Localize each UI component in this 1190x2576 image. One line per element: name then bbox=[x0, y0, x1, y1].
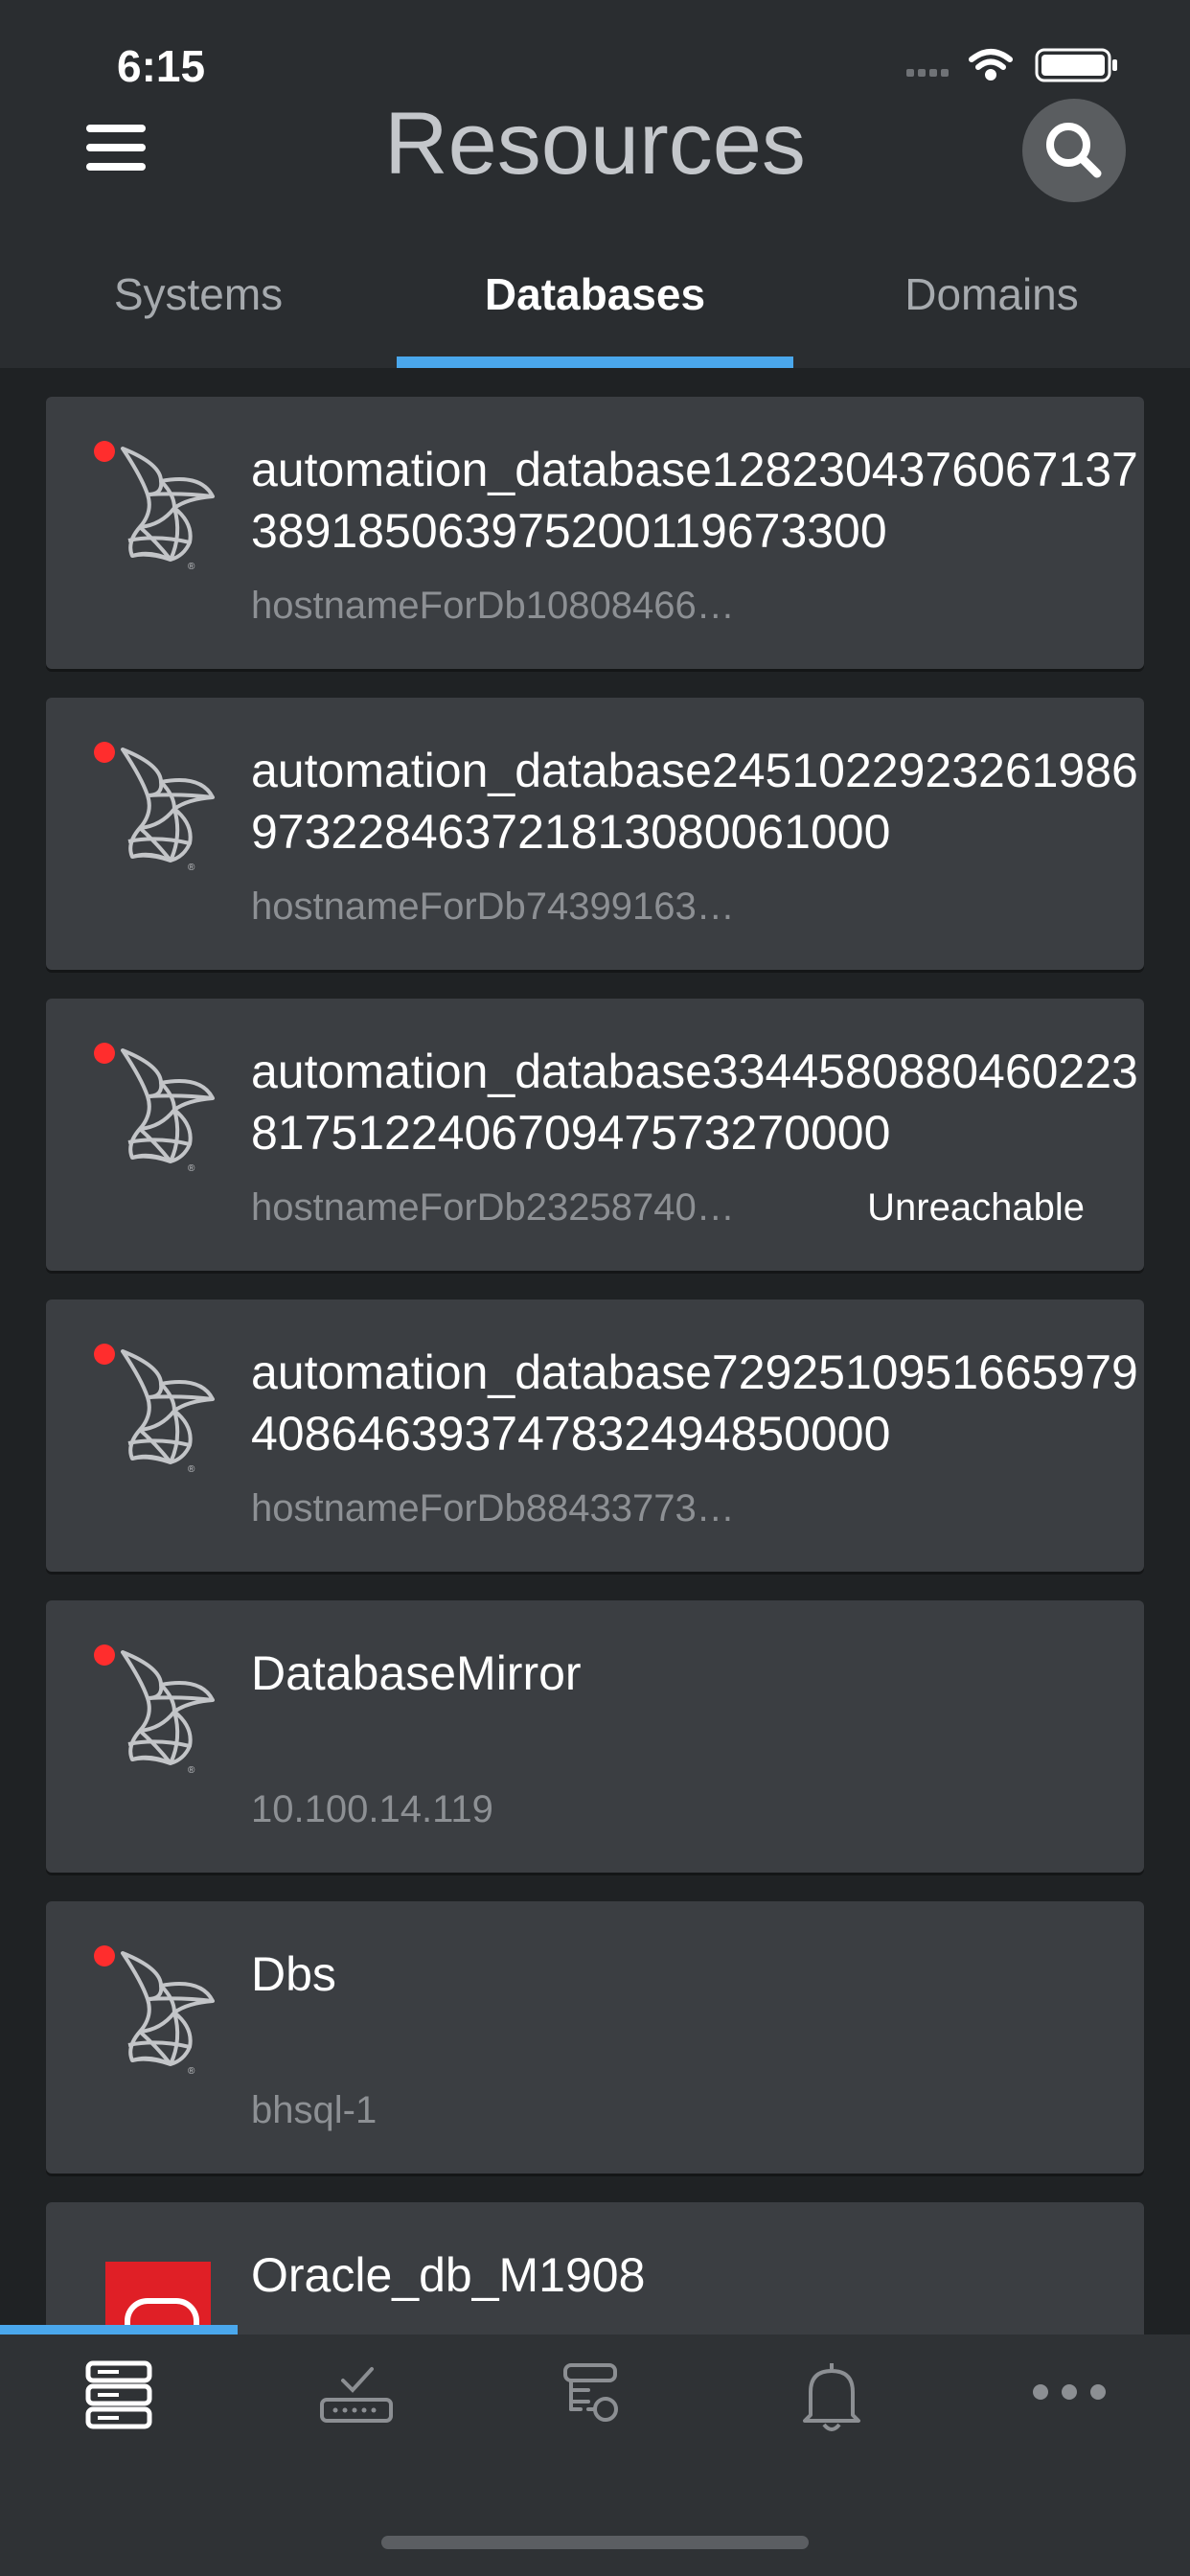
nav-resources[interactable] bbox=[73, 2358, 169, 2434]
status-icons bbox=[906, 46, 1127, 84]
oracle-icon bbox=[105, 2262, 211, 2334]
active-tab-indicator bbox=[397, 356, 793, 368]
database-card[interactable]: Dbs bhsql-1 bbox=[46, 1901, 1144, 2174]
database-name: Dbs bbox=[251, 1947, 336, 2001]
nav-more[interactable] bbox=[1021, 2358, 1117, 2434]
page-title: Resources bbox=[384, 95, 806, 193]
database-card[interactable]: DatabaseMirror 10.100.14.119 bbox=[46, 1600, 1144, 1873]
status-dot bbox=[94, 742, 115, 763]
database-name: Oracle_db_M1908 bbox=[251, 2248, 646, 2302]
database-card[interactable]: automation_database128230437606713738918… bbox=[46, 397, 1144, 669]
tab-databases[interactable]: Databases bbox=[397, 268, 793, 320]
status-dot bbox=[94, 1344, 115, 1365]
database-host: hostnameForDb10808466… bbox=[251, 585, 735, 627]
status-dot bbox=[94, 441, 115, 462]
nav-notifications[interactable] bbox=[784, 2358, 880, 2434]
more-icon bbox=[1033, 2384, 1106, 2400]
nav-credentials[interactable] bbox=[546, 2358, 642, 2434]
database-host: hostnameForDb88433773… bbox=[251, 1487, 735, 1530]
database-card[interactable]: automation_database334458088046022381751… bbox=[46, 999, 1144, 1271]
keys-icon bbox=[563, 2363, 618, 2422]
tab-bar: Systems Databases Domains bbox=[0, 257, 1190, 368]
status-dot bbox=[94, 1644, 115, 1666]
checklist-icon bbox=[320, 2367, 393, 2423]
database-name: automation_database729251095166597940864… bbox=[251, 1346, 1138, 1460]
battery-icon bbox=[1035, 48, 1117, 82]
bell-icon bbox=[803, 2363, 860, 2431]
active-nav-indicator bbox=[0, 2325, 238, 2334]
tab-systems[interactable]: Systems bbox=[0, 268, 397, 320]
signal-icon bbox=[906, 69, 949, 77]
database-card[interactable]: automation_database245102292326198697322… bbox=[46, 698, 1144, 970]
search-icon bbox=[1046, 123, 1102, 178]
status-dot bbox=[94, 1043, 115, 1064]
servers-icon bbox=[85, 2360, 152, 2429]
status-time: 6:15 bbox=[117, 41, 206, 91]
home-indicator bbox=[381, 2536, 809, 2549]
sql-server-icon bbox=[94, 1643, 266, 1786]
sql-server-icon bbox=[94, 439, 266, 583]
sql-server-icon bbox=[94, 1041, 266, 1184]
database-host: hostnameForDb23258740… bbox=[251, 1186, 735, 1229]
status-dot bbox=[94, 1945, 115, 1966]
database-host: 10.100.14.119 bbox=[251, 1788, 493, 1830]
database-host: hostnameForDb74399163… bbox=[251, 886, 735, 928]
database-name: automation_database245102292326198697322… bbox=[251, 744, 1138, 859]
database-card[interactable]: Oracle_db_M1908 bbox=[46, 2202, 1144, 2334]
wifi-icon bbox=[969, 49, 1013, 80]
database-name: automation_database128230437606713738918… bbox=[251, 443, 1138, 558]
database-card[interactable]: automation_database729251095166597940864… bbox=[46, 1300, 1144, 1572]
sql-server-icon bbox=[94, 1944, 266, 2087]
app-header: 6:15 Resources Systems Databases Domains bbox=[0, 0, 1190, 368]
status-badge: Unreachable bbox=[867, 1186, 1085, 1229]
nav-approvals[interactable] bbox=[309, 2358, 404, 2434]
sql-server-icon bbox=[94, 1342, 266, 1485]
database-list[interactable]: automation_database128230437606713738918… bbox=[0, 368, 1190, 2334]
database-name: DatabaseMirror bbox=[251, 1646, 582, 1700]
search-button[interactable] bbox=[1022, 99, 1126, 202]
sql-server-icon bbox=[94, 740, 266, 884]
database-name: automation_database334458088046022381751… bbox=[251, 1045, 1138, 1160]
tab-domains[interactable]: Domains bbox=[793, 268, 1190, 320]
database-host: bhsql-1 bbox=[251, 2089, 378, 2131]
